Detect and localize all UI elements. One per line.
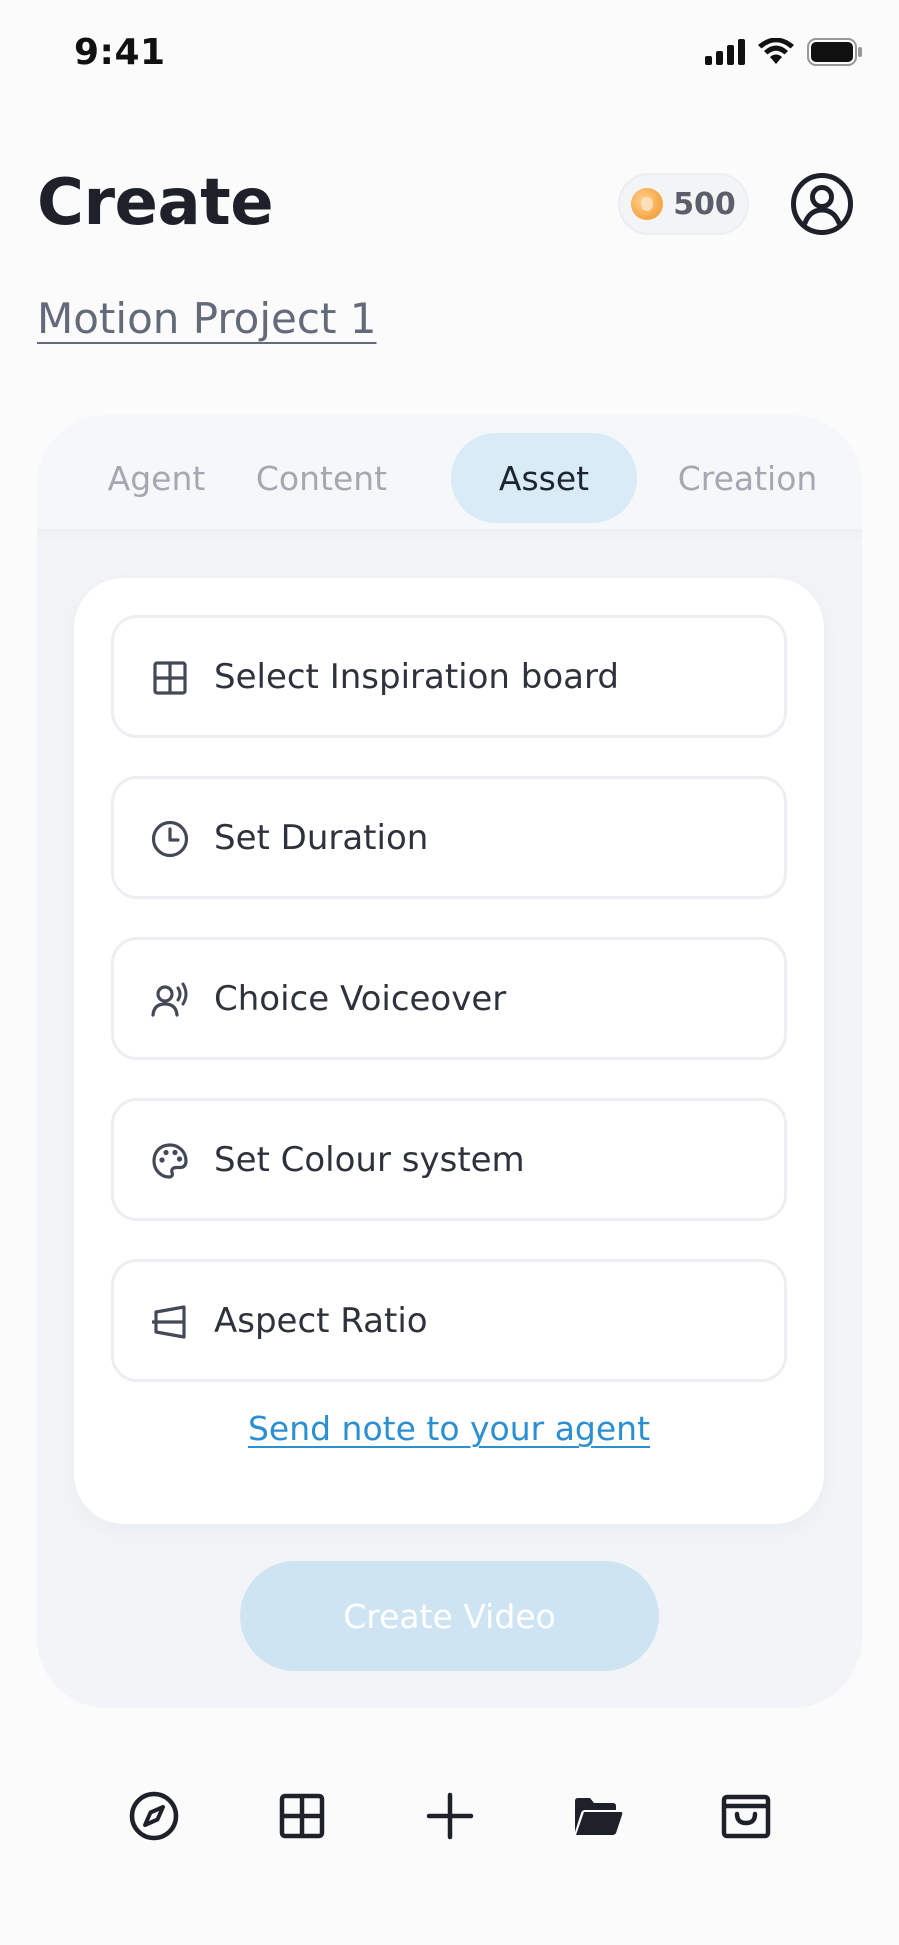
tab-content[interactable]: Content (229, 433, 414, 523)
clock-icon (151, 820, 189, 858)
option-aspect-ratio[interactable]: Aspect Ratio (111, 1259, 787, 1382)
compass-icon[interactable] (128, 1790, 180, 1842)
tab-agent[interactable]: Agent (74, 433, 239, 523)
inbox-icon[interactable] (720, 1790, 772, 1842)
page-title: Create (37, 166, 274, 240)
battery-icon (807, 38, 862, 66)
option-label: Set Colour system (214, 1139, 525, 1180)
palette-icon (152, 1143, 188, 1179)
cellular-signal-icon (705, 39, 745, 65)
option-label: Aspect Ratio (214, 1300, 428, 1341)
create-video-button[interactable]: Create Video (240, 1561, 659, 1671)
coin-icon (631, 188, 664, 220)
project-name-link[interactable]: Motion Project 1 (37, 294, 377, 343)
option-colour-system[interactable]: Set Colour system (111, 1098, 787, 1221)
grid-icon[interactable] (276, 1790, 328, 1842)
option-voiceover[interactable]: Choice Voiceover (111, 937, 787, 1060)
create-panel: Agent Content Asset Creation Select Insp… (37, 415, 862, 1708)
aspect-ratio-icon (152, 1305, 186, 1339)
option-inspiration-board[interactable]: Select Inspiration board (111, 615, 787, 738)
asset-options-card: Select Inspiration board Set Duration Ch… (74, 578, 824, 1524)
credits-value: 500 (673, 186, 736, 222)
status-icons (705, 38, 863, 66)
plus-icon[interactable] (424, 1790, 476, 1842)
bottom-navigation (0, 1760, 899, 1870)
credits-badge[interactable]: 500 (618, 173, 749, 235)
tab-bar: Agent Content Asset Creation (37, 415, 862, 543)
option-duration[interactable]: Set Duration (111, 776, 787, 899)
profile-icon[interactable] (790, 172, 854, 236)
folder-icon[interactable] (572, 1790, 624, 1842)
wifi-icon (758, 38, 794, 64)
voice-icon (151, 982, 188, 1017)
grid-icon (153, 661, 187, 695)
tab-creation[interactable]: Creation (655, 433, 840, 523)
option-label: Set Duration (214, 817, 429, 858)
option-label: Choice Voiceover (214, 978, 507, 1019)
send-note-link[interactable]: Send note to your agent (74, 1409, 824, 1448)
status-bar: 9:41 (0, 0, 899, 110)
status-time: 9:41 (74, 32, 166, 73)
option-label: Select Inspiration board (214, 656, 619, 697)
tab-asset[interactable]: Asset (451, 433, 637, 523)
